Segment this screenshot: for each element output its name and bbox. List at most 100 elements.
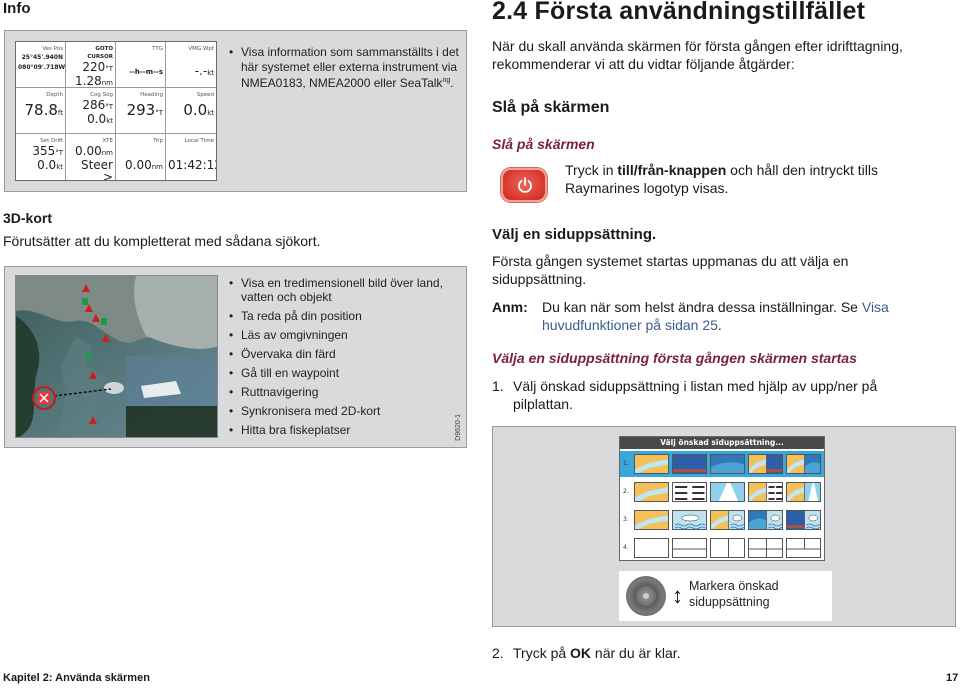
chart3d-description: Förutsätter att du kompletterat med såda… bbox=[3, 233, 321, 249]
instrument-value: 0.0kt bbox=[183, 101, 214, 119]
instrument-cell: VMG Wpt -.-kt bbox=[166, 42, 216, 88]
instrument-value: 286°T bbox=[82, 98, 113, 112]
page-layout-selector: Välj önskad siduppsättning... 1. 2. 3. 4. bbox=[619, 436, 825, 561]
instrument-value: 220°T bbox=[82, 60, 113, 74]
instrument-label: Speed bbox=[196, 92, 214, 98]
page-layout-paragraph: Första gången systemet startas uppmanas … bbox=[492, 253, 849, 287]
ok-key-name: OK bbox=[570, 645, 592, 661]
layout-thumbnail bbox=[710, 454, 745, 474]
chart3d-bullet: Övervaka din färd bbox=[229, 347, 461, 362]
instrument-value: 355°T bbox=[32, 144, 63, 158]
layout-thumbnail bbox=[672, 454, 707, 474]
section-title: 2.4 Första användningstillfället bbox=[492, 0, 866, 25]
intro-paragraph: När du skall använda skärmen för första … bbox=[492, 38, 903, 72]
power-button-name: till/från-knappen bbox=[617, 162, 727, 178]
instrument-value: 25°45'.940N bbox=[21, 54, 63, 61]
instrument-value: 0.00nm bbox=[75, 144, 113, 158]
chart3d-bullet: Synkronisera med 2D-kort bbox=[229, 405, 461, 419]
instrument-value: 0.0kt bbox=[87, 112, 113, 126]
layout-thumbnail bbox=[672, 510, 707, 530]
instrument-label: TTG bbox=[152, 46, 163, 52]
instrument-label: Depth bbox=[46, 92, 63, 98]
chart3d-map-image bbox=[15, 275, 218, 438]
instrument-label: Local Time bbox=[184, 138, 214, 144]
option-number: 3. bbox=[623, 516, 629, 523]
chart3d-bullet: Ruttnavigering bbox=[229, 385, 461, 400]
instrument-label: VMG Wpt bbox=[188, 46, 214, 52]
instrument-cell: Ves Pos 25°45'.940N 080°09'.718W bbox=[16, 42, 66, 88]
chart3d-bullet: Läs av omgivningen bbox=[229, 328, 461, 343]
instrument-value: 0.0kt bbox=[37, 158, 63, 172]
chart3d-heading: 3D-kort bbox=[3, 210, 53, 226]
joystick-icon bbox=[626, 576, 666, 616]
layout-thumbnail bbox=[748, 454, 783, 474]
page-layout-option[interactable]: 1. bbox=[620, 451, 824, 477]
layout-thumbnail bbox=[786, 510, 821, 530]
layout-thumbnail bbox=[748, 482, 783, 502]
info-bullet: Visa information som sammanställts i det… bbox=[229, 45, 461, 91]
info-bullet-list: Visa information som sammanställts i det… bbox=[229, 45, 461, 91]
instrument-label: GOTO CURSOR bbox=[87, 46, 113, 60]
instrument-cell: Depth 78.8ft bbox=[16, 88, 66, 134]
power-icon bbox=[518, 177, 532, 193]
layout-thumbnail bbox=[672, 482, 707, 502]
chart3d-bullet: Gå till en waypoint bbox=[229, 366, 461, 381]
instrument-label: Heading bbox=[140, 92, 163, 98]
chart3d-figure-panel: Visa en tredimensionell bild över land, … bbox=[4, 266, 467, 448]
instrument-value: 1.28nm bbox=[75, 74, 113, 88]
layout-thumbnail bbox=[634, 538, 669, 558]
layout-thumbnail bbox=[634, 482, 669, 502]
layout-thumbnail bbox=[786, 454, 821, 474]
instrument-cell: Cog Sog 286°T 0.0kt bbox=[66, 88, 116, 134]
instrument-cell: Speed 0.0kt bbox=[166, 88, 216, 134]
layout-thumbnail bbox=[748, 538, 783, 558]
instrument-cell: XTE 0.00nm Steer > bbox=[66, 134, 116, 180]
selector-title: Välj önskad siduppsättning... bbox=[620, 437, 824, 449]
figure-code: D9620-1 bbox=[455, 414, 462, 441]
instrument-value: --h--m--s bbox=[129, 68, 163, 76]
hint-text: Markera önskad siduppsättning bbox=[689, 579, 779, 609]
option-number: 2. bbox=[623, 488, 629, 495]
instrument-data-display: Ves Pos 25°45'.940N 080°09'.718W GOTO CURSO… bbox=[15, 41, 217, 181]
instrument-cell: Local Time 01:42:12 bbox=[166, 134, 216, 180]
instrument-cell: TTG --h--m--s bbox=[116, 42, 166, 88]
chart3d-bullet: Hitta bra fiskeplatser bbox=[229, 424, 461, 438]
instrument-label: Ves Pos bbox=[42, 46, 63, 52]
instrument-value: 293°T bbox=[126, 101, 163, 119]
chapter-footer: Kapitel 2: Använda skärmen bbox=[3, 672, 150, 684]
info-heading: Info bbox=[3, 0, 31, 17]
layout-thumbnail bbox=[672, 538, 707, 558]
layout-thumbnail bbox=[710, 482, 745, 502]
instrument-value: 080°09'.718W bbox=[18, 64, 66, 71]
page-layout-figure-panel: Välj önskad siduppsättning... 1. 2. 3. 4. ↕… bbox=[492, 426, 956, 627]
option-number: 1. bbox=[623, 460, 629, 467]
power-on-subheading: Slå på skärmen bbox=[492, 136, 595, 152]
instrument-cell: Trip 0.00nm bbox=[116, 134, 166, 180]
chart3d-bullet-list: Visa en tredimensionell bild över land, … bbox=[229, 276, 461, 444]
layout-thumbnail bbox=[710, 538, 745, 558]
instrument-value: -.-kt bbox=[194, 64, 214, 78]
page-layout-heading: Välj en siduppsättning. bbox=[492, 226, 657, 243]
instrument-cell: Set Drift 355°T 0.0kt bbox=[16, 134, 66, 180]
instrument-value: 01:42:12 bbox=[168, 158, 216, 172]
layout-thumbnail bbox=[634, 454, 669, 474]
instrument-value: 78.8ft bbox=[24, 101, 64, 119]
info-figure-panel: Ves Pos 25°45'.940N 080°09'.718W GOTO CURSO… bbox=[4, 30, 467, 192]
layout-thumbnail bbox=[786, 538, 821, 558]
instrument-label: Trip bbox=[153, 138, 163, 144]
layout-thumbnail bbox=[710, 510, 745, 530]
page-number: 17 bbox=[946, 672, 959, 684]
instrument-value: Steer > bbox=[80, 158, 113, 180]
chart3d-bullet: Visa en tredimensionell bild över land, … bbox=[229, 276, 461, 305]
page-layout-option[interactable]: 3. bbox=[620, 507, 824, 533]
layout-thumbnail bbox=[748, 510, 783, 530]
page-layout-option[interactable]: 4. bbox=[620, 535, 824, 561]
up-down-arrow-icon: ↕ bbox=[672, 583, 683, 608]
instrument-cell: Heading 293°T bbox=[116, 88, 166, 134]
navigation-hint: ↕ Markera önskad siduppsättning bbox=[619, 571, 832, 621]
power-on-instruction: Tryck in till/från-knappen och håll den … bbox=[565, 162, 879, 196]
page-layout-option[interactable]: 2. bbox=[620, 479, 824, 505]
layout-thumbnail bbox=[634, 510, 669, 530]
note-label: Anm: bbox=[492, 299, 528, 315]
procedure-heading: Välja en siduppsättning första gången sk… bbox=[492, 350, 857, 366]
